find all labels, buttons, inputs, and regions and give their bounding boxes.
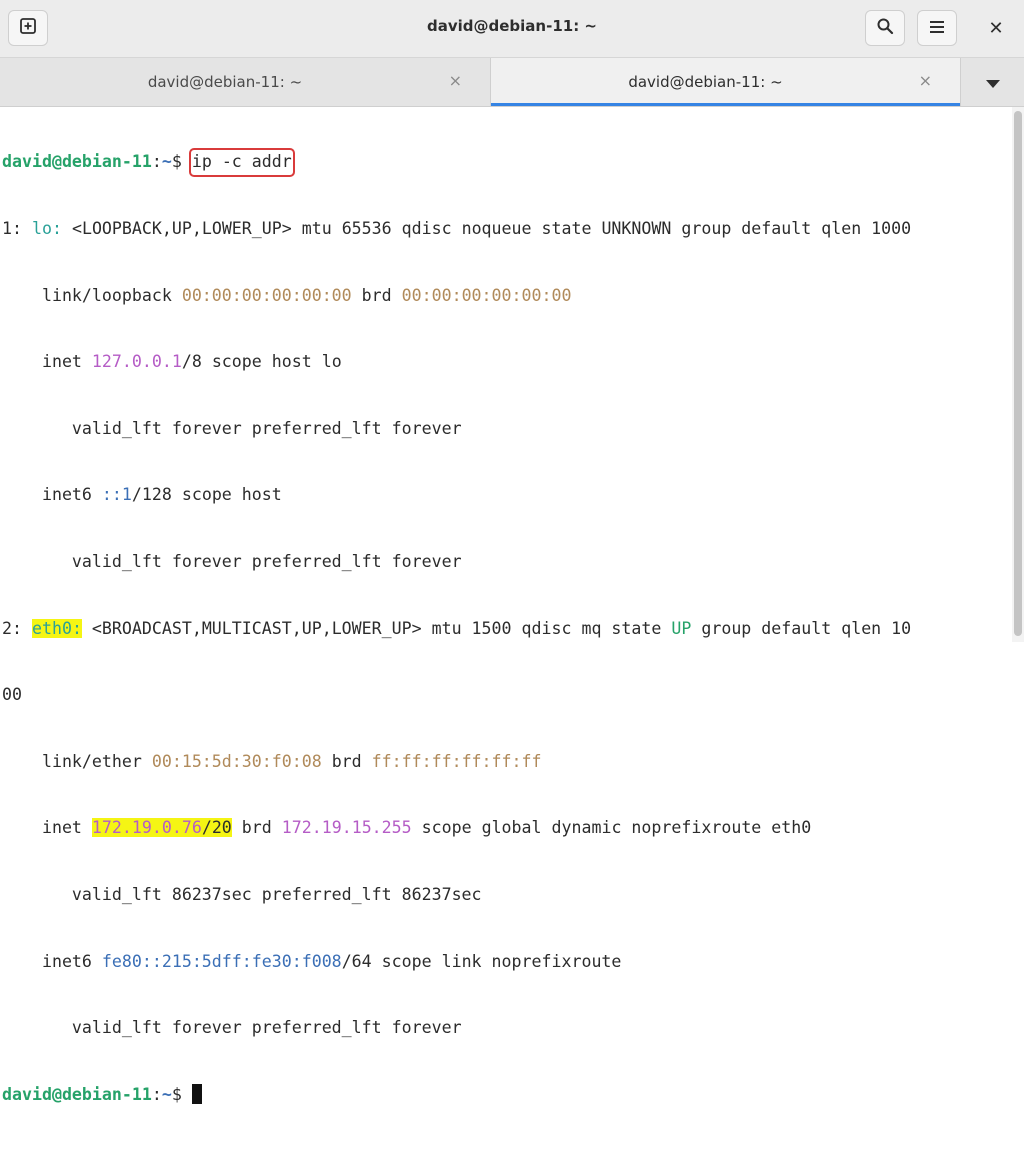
mac-address: 00:00:00:00:00:00 bbox=[181, 285, 352, 305]
tab-bar: david@debian-11: ~ × david@debian-11: ~ … bbox=[0, 58, 1024, 107]
tab-terminal-2[interactable]: david@debian-11: ~ × bbox=[491, 58, 961, 106]
output-text: inet6 bbox=[2, 951, 102, 971]
output-text: /8 scope host lo bbox=[181, 352, 342, 372]
output-text: brd bbox=[351, 285, 402, 305]
active-tab-indicator bbox=[491, 103, 960, 106]
output-text: <BROADCAST,MULTICAST,UP,LOWER_UP> mtu 15… bbox=[81, 618, 672, 638]
terminal-line: inet6 ::1/128 scope host bbox=[0, 484, 1012, 506]
terminal-line: inet6 fe80::215:5dff:fe30:f008/64 scope … bbox=[0, 951, 1012, 973]
terminal-line: 2: eth0: <BROADCAST,MULTICAST,UP,LOWER_U… bbox=[0, 618, 1012, 640]
ipv6-address: fe80::215:5dff:fe30:f008 bbox=[101, 951, 342, 971]
ipv6-address: ::1 bbox=[101, 485, 132, 505]
prompt-user: david@debian-11 bbox=[2, 152, 152, 172]
ipv4-address: 127.0.0.1 bbox=[91, 352, 182, 372]
prompt-path: ~ bbox=[161, 1084, 172, 1104]
terminal-line: david@debian-11:~$ ip -c addr bbox=[0, 148, 1012, 177]
output-text: /64 scope link noprefixroute bbox=[341, 951, 622, 971]
terminal-window: david@debian-11: ~ ✕ david@debian-11: ~ … bbox=[0, 0, 1024, 1104]
terminal-line: 1: lo: <LOOPBACK,UP,LOWER_UP> mtu 65536 … bbox=[0, 218, 1012, 240]
scrollbar-thumb[interactable] bbox=[1014, 111, 1022, 636]
search-button[interactable] bbox=[865, 10, 905, 46]
text-cursor bbox=[191, 1083, 202, 1104]
search-icon bbox=[876, 17, 894, 39]
prompt-path: ~ bbox=[161, 152, 172, 172]
output-text: link/ether bbox=[2, 751, 152, 771]
broadcast-mac: 00:00:00:00:00:00 bbox=[401, 285, 572, 305]
terminal-line: inet 172.19.0.76/20 brd 172.19.15.255 sc… bbox=[0, 817, 1012, 839]
terminal-line: link/loopback 00:00:00:00:00:00 brd 00:0… bbox=[0, 285, 1012, 307]
prompt-separator: : bbox=[151, 1084, 162, 1104]
output-text: /128 scope host bbox=[131, 485, 282, 505]
netmask-highlighted: /20 bbox=[201, 818, 232, 838]
terminal-line: valid_lft forever preferred_lft forever bbox=[2, 1018, 462, 1038]
output-text: 1: bbox=[2, 219, 32, 238]
terminal-line: david@debian-11:~$ bbox=[0, 1083, 1012, 1106]
ipv4-address-highlighted: 172.19.0.76 bbox=[91, 818, 202, 838]
output-text: scope global dynamic noprefixroute eth0 bbox=[411, 818, 812, 838]
mac-address: 00:15:5d:30:f0:08 bbox=[151, 751, 322, 771]
close-icon: ✕ bbox=[988, 17, 1004, 39]
main-menu-button[interactable] bbox=[917, 10, 957, 46]
terminal-line: 00 bbox=[2, 685, 22, 705]
terminal-line: valid_lft 86237sec preferred_lft 86237se… bbox=[2, 884, 482, 904]
vertical-scrollbar[interactable] bbox=[1012, 107, 1024, 642]
chevron-down-icon bbox=[986, 73, 1000, 92]
command-text: ip -c addr bbox=[188, 148, 295, 177]
prompt-symbol: $ bbox=[171, 152, 192, 172]
tab-close-icon[interactable]: × bbox=[449, 71, 462, 90]
output-text: brd bbox=[231, 818, 282, 838]
output-text: group default qlen 10 bbox=[691, 618, 912, 638]
output-text: inet6 bbox=[2, 485, 102, 505]
tab-close-icon[interactable]: × bbox=[919, 71, 932, 90]
terminal-line: valid_lft forever preferred_lft forever bbox=[2, 551, 462, 571]
interface-name-highlighted: eth0: bbox=[31, 618, 82, 638]
output-text: inet bbox=[2, 352, 92, 372]
state-up: UP bbox=[671, 618, 692, 638]
hamburger-menu-icon bbox=[929, 19, 945, 38]
prompt-separator: : bbox=[151, 152, 162, 172]
output-text: inet bbox=[2, 818, 92, 838]
tab-overflow-button[interactable] bbox=[962, 58, 1024, 106]
output-text: <LOOPBACK,UP,LOWER_UP> mtu 65536 qdisc n… bbox=[61, 219, 912, 238]
output-text: 2: bbox=[2, 618, 32, 638]
header-bar: david@debian-11: ~ ✕ bbox=[0, 0, 1024, 58]
terminal-line: link/ether 00:15:5d:30:f0:08 brd ff:ff:f… bbox=[0, 751, 1012, 773]
terminal-line: valid_lft forever preferred_lft forever bbox=[2, 418, 462, 438]
broadcast-address: 172.19.15.255 bbox=[281, 818, 412, 838]
output-text: brd bbox=[321, 751, 372, 771]
broadcast-mac: ff:ff:ff:ff:ff:ff bbox=[371, 751, 542, 771]
terminal-line: inet 127.0.0.1/8 scope host lo bbox=[0, 351, 1012, 373]
close-window-button[interactable]: ✕ bbox=[976, 10, 1016, 46]
tab-label: david@debian-11: ~ bbox=[147, 73, 303, 91]
tab-terminal-1[interactable]: david@debian-11: ~ × bbox=[0, 58, 491, 106]
interface-name: lo: bbox=[31, 219, 62, 238]
prompt-user: david@debian-11 bbox=[2, 1084, 152, 1104]
output-text: link/loopback bbox=[2, 285, 182, 305]
tab-label: david@debian-11: ~ bbox=[628, 73, 783, 91]
terminal-output[interactable]: david@debian-11:~$ ip -c addr 1: lo: <LO… bbox=[0, 107, 1012, 1104]
prompt-symbol: $ bbox=[171, 1084, 192, 1104]
